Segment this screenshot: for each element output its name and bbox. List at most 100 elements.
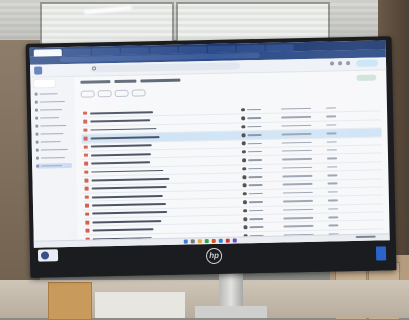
share-button[interactable] <box>355 59 379 67</box>
avatar <box>241 150 246 154</box>
pdf-file-icon <box>84 195 89 199</box>
windows-start-icon[interactable] <box>183 239 188 244</box>
apps-icon[interactable] <box>346 61 351 66</box>
pdf-file-icon <box>85 220 89 225</box>
owner-cell <box>241 141 262 146</box>
owner-cell <box>241 150 262 154</box>
sidebar-item[interactable] <box>35 123 71 129</box>
window-blind <box>0 0 409 40</box>
app-icon[interactable] <box>218 238 223 243</box>
owner-cell <box>242 175 263 179</box>
app-icon[interactable] <box>211 238 216 243</box>
monitor-stand-foot <box>195 306 267 318</box>
breadcrumb-item[interactable] <box>114 79 137 83</box>
file-size <box>326 149 337 151</box>
sidebar-item[interactable] <box>35 139 72 145</box>
sidebar-item-label <box>40 116 60 119</box>
sidebar-item-icon <box>35 148 39 152</box>
sidebar-item-label <box>40 140 61 143</box>
sidebar-item[interactable] <box>35 147 72 153</box>
filter-chip[interactable] <box>131 89 146 97</box>
modified-date <box>282 166 313 169</box>
breadcrumb-item[interactable] <box>140 78 181 82</box>
avatar <box>241 116 245 121</box>
sidebar-item[interactable] <box>36 162 73 169</box>
breadcrumb-item[interactable] <box>80 80 111 84</box>
sidebar-item[interactable] <box>35 115 71 121</box>
sidebar-item-icon <box>36 164 40 168</box>
owner-cell <box>242 183 263 188</box>
pdf-file-icon <box>84 178 88 183</box>
owner-cell <box>243 217 263 221</box>
file-size <box>326 140 337 143</box>
owner-cell <box>241 116 261 121</box>
owner-name <box>248 184 263 187</box>
pdf-file-icon <box>83 145 88 149</box>
owner-name <box>248 209 263 212</box>
avatar <box>243 208 247 213</box>
sidebar-item-label <box>39 92 58 95</box>
file-name <box>91 203 166 207</box>
sidebar-item-label <box>40 124 67 127</box>
pdf-file-icon <box>83 111 87 116</box>
app-icon[interactable] <box>232 237 237 243</box>
filter-chip[interactable] <box>97 90 112 98</box>
avatar <box>241 133 246 138</box>
settings-icon[interactable] <box>338 61 343 66</box>
sidebar-item[interactable] <box>34 91 71 97</box>
file-name <box>89 127 156 131</box>
sidebar-item-label <box>41 164 63 167</box>
file-size <box>327 191 338 193</box>
avatar <box>242 175 247 179</box>
sidebar <box>30 76 78 248</box>
view-toggle[interactable] <box>356 74 377 81</box>
file-size <box>327 174 338 177</box>
owner-name <box>247 142 262 145</box>
sidebar-item[interactable] <box>34 99 71 105</box>
taskbar-search-icon[interactable] <box>190 238 195 243</box>
sidebar-item-icon <box>35 116 39 120</box>
pdf-file-icon <box>85 228 90 233</box>
browser-icon[interactable] <box>204 238 209 243</box>
owner-cell <box>243 225 264 230</box>
owner-name <box>247 150 262 153</box>
file-size <box>327 199 338 202</box>
pdf-file-icon <box>83 136 88 141</box>
app-icon[interactable] <box>225 238 230 243</box>
modified-date <box>283 208 314 211</box>
search-icon <box>92 66 97 71</box>
sidebar-item[interactable] <box>35 131 71 137</box>
help-icon[interactable] <box>330 61 335 66</box>
avatar <box>242 192 247 196</box>
pdf-file-icon <box>85 212 89 216</box>
owner-cell <box>240 108 261 112</box>
pdf-file-icon <box>83 119 87 124</box>
owner-cell <box>243 208 263 213</box>
pdf-file-icon <box>83 153 88 158</box>
sidebar-item[interactable] <box>34 107 71 113</box>
sidebar-item-label <box>39 108 62 111</box>
file-name <box>91 219 161 224</box>
avatar <box>243 225 248 230</box>
owner-cell <box>242 158 262 163</box>
file-size <box>326 124 337 126</box>
file-name <box>91 211 167 215</box>
pdf-file-icon <box>84 170 88 174</box>
modified-date <box>282 174 313 178</box>
pdf-file-icon <box>83 128 87 132</box>
modified-date <box>281 132 312 136</box>
brand-sticker <box>375 246 387 261</box>
owner-name <box>248 217 263 220</box>
file-name <box>91 186 167 190</box>
sticker-dot <box>40 251 50 260</box>
filter-chip[interactable] <box>114 89 129 98</box>
new-button[interactable] <box>33 79 56 88</box>
sidebar-item[interactable] <box>35 155 72 161</box>
modified-date <box>282 158 313 161</box>
owner-cell <box>242 166 262 171</box>
breadcrumb <box>80 78 181 84</box>
owner-cell <box>241 133 262 138</box>
file-explorer-icon[interactable] <box>197 238 202 243</box>
energy-sticker <box>37 249 59 262</box>
filter-chip[interactable] <box>80 90 95 98</box>
